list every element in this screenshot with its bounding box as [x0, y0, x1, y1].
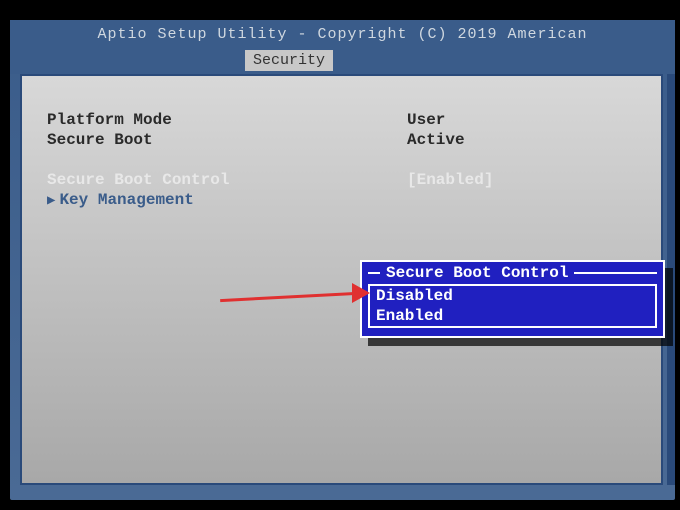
tab-security[interactable]: Security [245, 50, 333, 71]
bios-screen: Aptio Setup Utility - Copyright (C) 2019… [10, 20, 675, 500]
secure-boot-control-popup: Secure Boot Control Disabled Enabled [360, 260, 665, 338]
key-management-row[interactable]: ▶ Key Management [47, 191, 636, 209]
option-enabled[interactable]: Enabled [370, 306, 655, 326]
secure-boot-control-row[interactable]: Secure Boot Control [Enabled] [47, 171, 636, 189]
submenu-arrow-icon: ▶ [47, 192, 55, 209]
key-management-label: Key Management [59, 191, 193, 209]
secure-boot-control-label: Secure Boot Control [47, 171, 407, 189]
platform-mode-row: Platform Mode User [47, 111, 636, 129]
platform-mode-value: User [407, 111, 445, 129]
popup-title: Secure Boot Control [380, 264, 574, 282]
secure-boot-control-value: [Enabled] [407, 171, 493, 189]
right-border [667, 74, 675, 485]
option-disabled[interactable]: Disabled [370, 286, 655, 306]
secure-boot-row: Secure Boot Active [47, 131, 636, 149]
tab-row: Security [10, 50, 675, 74]
popup-title-row: Secure Boot Control [364, 264, 661, 282]
secure-boot-label: Secure Boot [47, 131, 407, 149]
secure-boot-value: Active [407, 131, 465, 149]
platform-mode-label: Platform Mode [47, 111, 407, 129]
utility-title: Aptio Setup Utility - Copyright (C) 2019… [10, 20, 675, 50]
popup-options: Disabled Enabled [368, 284, 657, 328]
